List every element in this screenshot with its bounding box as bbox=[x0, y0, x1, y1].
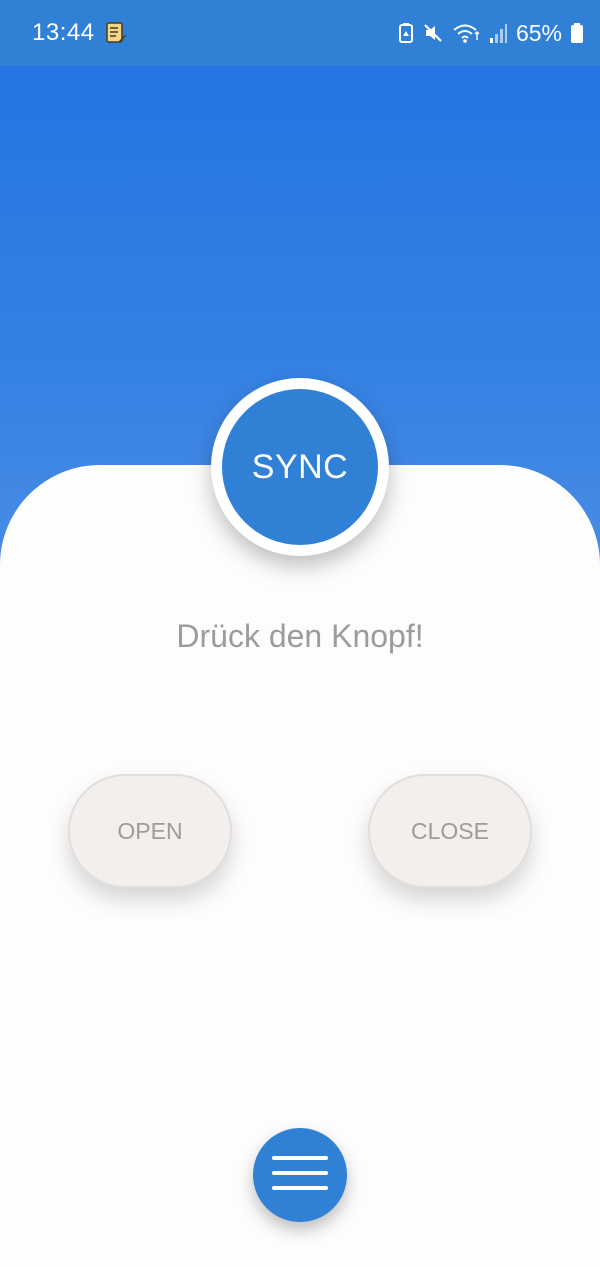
status-bar: 13:44 65% bbox=[0, 0, 600, 66]
saver-icon bbox=[398, 22, 414, 44]
battery-percent: 65% bbox=[515, 19, 562, 46]
sync-button[interactable]: SYNC bbox=[222, 389, 378, 545]
signal-icon bbox=[488, 22, 508, 44]
app-screen: 13:44 65% SYNC Drück den Knopf! OPEN CLO… bbox=[0, 0, 600, 1267]
status-icons: 65% bbox=[398, 20, 584, 47]
battery-icon bbox=[570, 22, 584, 44]
close-button[interactable]: CLOSE bbox=[368, 774, 532, 888]
prompt-text: Drück den Knopf! bbox=[176, 618, 424, 654]
mute-icon bbox=[422, 22, 444, 44]
open-button[interactable]: OPEN bbox=[68, 774, 232, 888]
menu-button[interactable] bbox=[253, 1128, 347, 1222]
hamburger-menu-icon bbox=[272, 1153, 328, 1198]
wifi-icon bbox=[452, 22, 480, 44]
status-time: 13:44 bbox=[32, 19, 95, 46]
document-notification-icon bbox=[105, 21, 127, 45]
